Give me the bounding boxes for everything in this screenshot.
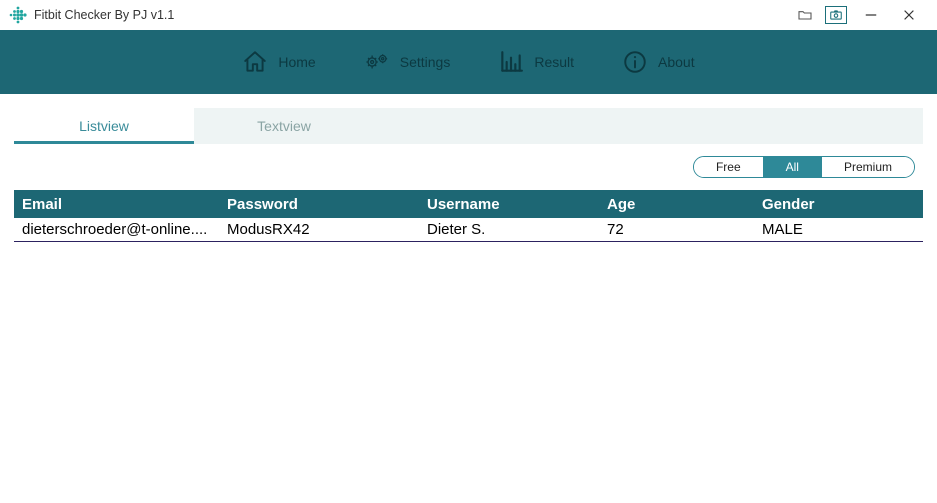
filter-all-button[interactable]: All	[764, 157, 822, 177]
tabs-bar: Listview Textview	[14, 108, 923, 144]
tab-textview-label: Textview	[257, 118, 311, 134]
nav-result-label: Result	[534, 54, 574, 70]
table-header: Email Password Username Age Gender	[14, 190, 923, 218]
cell-gender: MALE	[754, 221, 923, 238]
nav-about-label: About	[658, 54, 695, 70]
screenshot-icon[interactable]	[825, 6, 847, 24]
close-button[interactable]	[895, 5, 923, 25]
home-icon	[242, 49, 268, 75]
tab-listview-label: Listview	[79, 118, 129, 134]
nav-result[interactable]: Result	[498, 49, 574, 75]
filter-segment: Free All Premium	[693, 156, 915, 178]
tab-listview[interactable]: Listview	[14, 108, 194, 144]
chart-icon	[498, 49, 524, 75]
app-logo-icon	[8, 5, 28, 25]
header-email[interactable]: Email	[14, 196, 219, 213]
cell-username: Dieter S.	[419, 221, 599, 238]
gear-icon	[364, 49, 390, 75]
folder-icon[interactable]	[795, 6, 815, 24]
filter-free-button[interactable]: Free	[694, 157, 764, 177]
nav-home-label: Home	[278, 54, 315, 70]
nav-home[interactable]: Home	[242, 49, 315, 75]
cell-email: dieterschroeder@t-online....	[14, 221, 219, 238]
titlebar: Fitbit Checker By PJ v1.1	[0, 0, 937, 30]
header-gender[interactable]: Gender	[754, 196, 923, 213]
nav-settings[interactable]: Settings	[364, 49, 451, 75]
cell-age: 72	[599, 221, 754, 238]
filter-premium-button[interactable]: Premium	[822, 157, 914, 177]
content-area: Listview Textview Free All Premium Email…	[0, 94, 937, 242]
navbar: Home Settings	[0, 30, 937, 94]
info-icon	[622, 49, 648, 75]
cell-password: ModusRX42	[219, 221, 419, 238]
nav-about[interactable]: About	[622, 49, 695, 75]
filter-row: Free All Premium	[14, 144, 923, 190]
tab-textview[interactable]: Textview	[194, 108, 374, 144]
header-password[interactable]: Password	[219, 196, 419, 213]
minimize-button[interactable]	[857, 5, 885, 25]
app-title: Fitbit Checker By PJ v1.1	[34, 8, 174, 22]
titlebar-actions	[795, 5, 929, 25]
results-table: Email Password Username Age Gender diete…	[14, 190, 923, 242]
header-age[interactable]: Age	[599, 196, 754, 213]
table-row[interactable]: dieterschroeder@t-online.... ModusRX42 D…	[14, 218, 923, 242]
nav-settings-label: Settings	[400, 54, 451, 70]
header-username[interactable]: Username	[419, 196, 599, 213]
